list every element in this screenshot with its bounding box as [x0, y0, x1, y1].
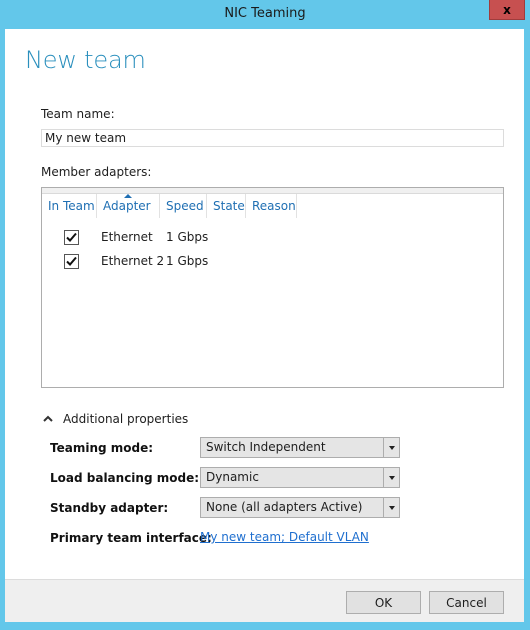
load-balancing-mode-select[interactable]: Dynamic — [200, 467, 400, 488]
checkmark-icon — [66, 232, 77, 242]
table-row[interactable]: Ethernet 2 1 Gbps — [42, 251, 503, 271]
checkmark-icon — [66, 256, 77, 266]
in-team-checkbox[interactable] — [64, 253, 79, 269]
standby-adapter-select[interactable]: None (all adapters Active) — [200, 497, 400, 518]
dropdown-arrow-icon[interactable] — [383, 468, 399, 487]
column-header-adapter-label: Adapter — [103, 199, 151, 213]
dialog-content: New team Team name: Member adapters: In … — [5, 29, 524, 622]
load-balancing-mode-value: Dynamic — [206, 470, 259, 484]
load-balancing-mode-label: Load balancing mode: — [50, 471, 200, 485]
ok-button[interactable]: OK — [346, 591, 421, 614]
in-team-checkbox[interactable] — [64, 229, 79, 245]
additional-properties-toggle[interactable]: Additional properties — [43, 412, 188, 426]
dialog-footer: OK Cancel — [5, 579, 524, 622]
column-header-speed[interactable]: Speed — [160, 194, 207, 218]
column-header-adapter[interactable]: Adapter — [97, 194, 160, 218]
list-header: In Team Adapter Speed State Reason — [42, 194, 503, 218]
chevron-up-icon — [43, 415, 53, 422]
standby-adapter-label: Standby adapter: — [50, 501, 169, 515]
column-header-reason[interactable]: Reason — [246, 194, 297, 218]
member-adapters-label: Member adapters: — [41, 165, 152, 179]
primary-team-interface-label: Primary team interface: — [50, 531, 212, 545]
adapter-speed: 1 Gbps — [166, 230, 209, 244]
standby-adapter-value: None (all adapters Active) — [206, 500, 363, 514]
additional-properties-label: Additional properties — [63, 412, 189, 426]
teaming-mode-label: Teaming mode: — [50, 441, 154, 455]
adapter-speed: 1 Gbps — [166, 254, 209, 268]
cancel-button[interactable]: Cancel — [429, 591, 504, 614]
window-title: NIC Teaming — [224, 6, 306, 21]
dropdown-arrow-icon[interactable] — [383, 498, 399, 517]
teaming-mode-select[interactable]: Switch Independent — [200, 437, 400, 458]
member-adapters-list[interactable]: In Team Adapter Speed State Reason Ether… — [41, 187, 504, 388]
close-icon: x — [503, 2, 511, 17]
primary-team-interface-link[interactable]: My new team; Default VLAN — [200, 530, 369, 544]
column-header-in-team[interactable]: In Team — [42, 194, 97, 218]
close-button[interactable]: x — [489, 0, 525, 20]
page-title: New team — [25, 46, 146, 74]
title-bar[interactable]: NIC Teaming x — [0, 0, 530, 29]
table-row[interactable]: Ethernet 1 Gbps — [42, 227, 503, 247]
column-header-state[interactable]: State — [207, 194, 246, 218]
teaming-mode-value: Switch Independent — [206, 440, 326, 454]
team-name-input[interactable] — [41, 129, 504, 147]
team-name-label: Team name: — [41, 107, 115, 121]
adapter-name: Ethernet — [101, 230, 153, 244]
sort-ascending-icon — [124, 194, 132, 198]
dropdown-arrow-icon[interactable] — [383, 438, 399, 457]
adapter-name: Ethernet 2 — [101, 254, 165, 268]
